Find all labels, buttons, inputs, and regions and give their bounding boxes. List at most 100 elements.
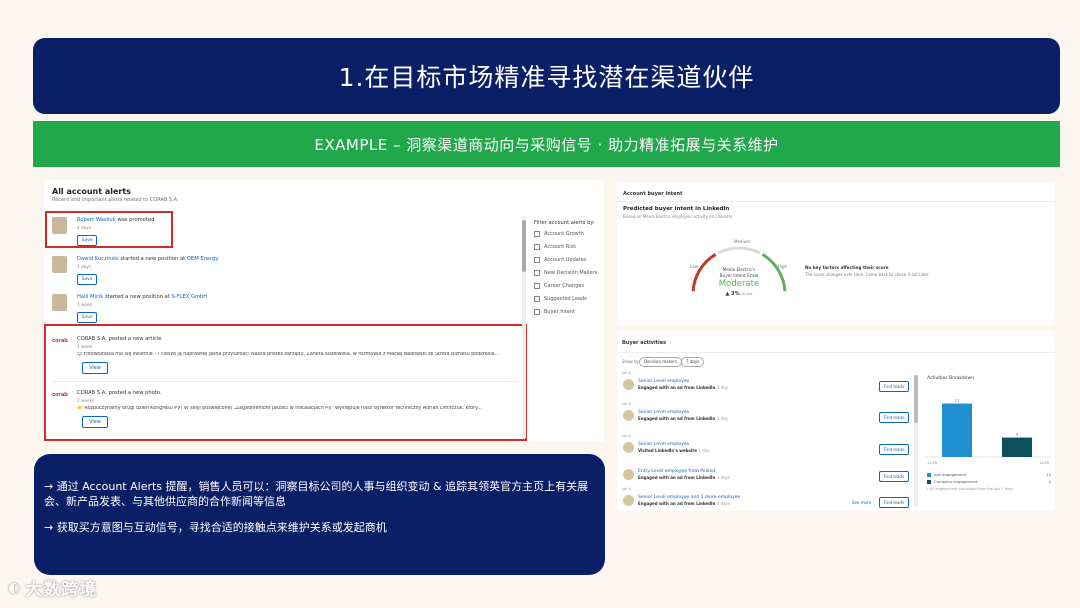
legend-ads: Ads engagement 11 — [927, 472, 1051, 477]
alert-time: 1 days — [77, 264, 91, 269]
highlight-box — [45, 211, 173, 248]
slide-title-bar: 1.在目标市场精准寻找潜在渠道伙伴 — [33, 38, 1060, 114]
scrollbar-thumb[interactable] — [522, 220, 526, 272]
activity-row: Jan 6 Senior Level employee Visited Link… — [620, 434, 912, 459]
activity-row: Entry Level employee from Poland Engaged… — [620, 461, 912, 486]
scrollbar-thumb[interactable] — [914, 375, 918, 423]
gauge-label-medium: Medium — [734, 239, 750, 244]
alert-text: Halil Micik started a new position at S-… — [77, 294, 208, 300]
activity-desc: Engaged with an ad from LinkedIn 1 day — [638, 416, 728, 421]
bar-ads-engagement — [942, 403, 972, 457]
gauge-change: ▲ 3% vs last — [725, 291, 753, 297]
bar-value-label: 11 — [955, 399, 959, 403]
gauge-name-line2: Buyer Intent Scale — [719, 273, 759, 278]
breakdown-title: Activities Breakdown — [927, 376, 975, 381]
legend-company: Company engagement 4 — [927, 479, 1051, 484]
buyer-intent-subtitle: Predicted buyer intent in LinkedIn — [623, 206, 730, 212]
bar-company-engagement — [1002, 437, 1032, 457]
activity-title[interactable]: Senior Level employee — [638, 379, 689, 384]
activity-desc: Visited LinkedIn's website 1 day — [638, 448, 710, 453]
activity-title[interactable]: Senior Level employee and 1 more employe… — [638, 495, 740, 500]
find-leads-button[interactable]: Find leads — [879, 412, 909, 423]
avatar — [623, 410, 634, 421]
example-banner-text: EXAMPLE – 洞察渠道商动向与采购信号 · 助力精准拓展与关系维护 — [314, 135, 779, 154]
buyer-intent-title: Account buyer intent — [623, 191, 683, 197]
alerts-title: All account alerts — [52, 187, 131, 196]
find-leads-button[interactable]: Find leads — [879, 381, 909, 392]
gauge-value: Moderate — [718, 279, 760, 289]
filter-checkbox[interactable]: Buyer Intent — [534, 309, 575, 315]
bar-value-label: 4 — [1016, 433, 1019, 437]
checkbox-icon[interactable] — [534, 270, 540, 276]
filter-chip-decision-makers[interactable]: Decision makers — [639, 357, 683, 367]
gauge-label-low: Low — [690, 264, 699, 269]
watermark-logo-icon: ◐ — [8, 579, 22, 596]
buyer-intent-panel: Account buyer intent Predicted buyer int… — [617, 182, 1055, 325]
alert-item: Halil Micik started a new position at S-… — [52, 294, 522, 324]
checkbox-icon[interactable] — [534, 257, 540, 263]
activity-row: Jan 5 Senior Level employee and 1 more e… — [620, 487, 912, 512]
info-point-2: → 获取买方意图与互动信号，寻找合适的接触点来维护关系或发起商机 — [44, 521, 387, 534]
filter-checkbox[interactable]: New Decision Makers — [534, 270, 597, 276]
activity-desc: Engaged with an ad from LinkedIn 4 days — [638, 501, 731, 506]
see-more-link[interactable]: See more — [852, 500, 871, 505]
activity-row: Jan 8 Senior Level employee Engaged with… — [620, 402, 912, 427]
save-button[interactable]: Save — [77, 274, 97, 285]
person-link[interactable]: Halil Micik — [77, 294, 103, 300]
company-link[interactable]: OEM Energy — [187, 256, 219, 262]
x-tick-label: 11/09 — [927, 461, 937, 465]
find-leads-button[interactable]: Find leads — [879, 497, 909, 508]
activities-breakdown-chart: 11 4 11/09 12/09 — [925, 399, 1051, 465]
gauge-label-high: High — [778, 264, 788, 269]
filter-title: Filter account alerts by: — [534, 220, 595, 226]
breakdown-note: * All engagement calculated from the las… — [927, 487, 1013, 491]
example-banner: EXAMPLE – 洞察渠道商动向与采购信号 · 助力精准拓展与关系维护 — [33, 121, 1060, 167]
alert-item: Dawid Kuczinski started a new position a… — [52, 256, 522, 286]
buyer-activities-panel: Buyer activities Show by Decision makers… — [617, 331, 1055, 511]
activity-desc: Engaged with an ad from LinkedIn 3 days — [638, 475, 731, 480]
checkbox-icon[interactable] — [534, 231, 540, 237]
legend-swatch — [927, 472, 931, 477]
checkbox-icon[interactable] — [534, 296, 540, 302]
gauge-medium-arc — [717, 246, 761, 255]
gauge-name-line1: Meola Electric's — [722, 267, 756, 272]
account-alerts-panel: All account alerts Recent and important … — [44, 180, 604, 442]
avatar — [623, 495, 634, 506]
divider — [617, 352, 1055, 353]
activity-row: Jan 8 Senior Level employee Engaged with… — [620, 371, 912, 396]
checkbox-icon[interactable] — [534, 283, 540, 289]
alert-time: 1 week — [77, 302, 92, 307]
info-point-1: → 通过 Account Alerts 提醒，销售人员可以：洞察目标公司的人事与… — [44, 480, 589, 508]
checkbox-icon[interactable] — [534, 244, 540, 250]
alerts-subtitle: Recent and important alerts related to C… — [52, 197, 179, 203]
x-tick-label: 12/09 — [1039, 461, 1049, 465]
no-factors-title: No key factors affecting their score — [805, 265, 889, 270]
find-leads-button[interactable]: Find leads — [879, 444, 909, 455]
avatar — [52, 294, 67, 311]
checkbox-icon[interactable] — [534, 309, 540, 315]
avatar — [52, 256, 67, 273]
info-box: → 通过 Account Alerts 提醒，销售人员可以：洞察目标公司的人事与… — [34, 454, 605, 575]
watermark: ◐ 大数跨境 — [8, 579, 98, 601]
buyer-activities-title: Buyer activities — [622, 340, 667, 346]
filter-checkbox[interactable]: Account Risk — [534, 244, 576, 250]
activity-title[interactable]: Entry Level employee from Poland — [638, 469, 715, 474]
alert-text: Dawid Kuczinski started a new position a… — [77, 256, 219, 262]
save-button[interactable]: Save — [77, 312, 97, 323]
legend-swatch — [927, 479, 931, 484]
no-factors-text: The score changes over time. Come back t… — [805, 272, 930, 277]
filter-checkbox[interactable]: Account Growth — [534, 231, 584, 237]
filter-chip-7-days[interactable]: 7 days — [681, 357, 705, 367]
activity-title[interactable]: Senior Level employee — [638, 410, 689, 415]
find-leads-button[interactable]: Find leads — [879, 471, 909, 482]
filter-checkbox[interactable]: Suggested Leads — [534, 296, 587, 302]
company-link[interactable]: S-FLEX GmbH — [171, 294, 207, 300]
filter-checkbox[interactable]: Career Changes — [534, 283, 584, 289]
slide-title: 1.在目标市场精准寻找潜在渠道伙伴 — [338, 63, 755, 92]
activity-title[interactable]: Senior Level employee — [638, 442, 689, 447]
buyer-intent-caption: Based on Meola Electric employee activit… — [623, 214, 733, 219]
avatar — [623, 379, 634, 390]
activity-desc: Engaged with an ad from LinkedIn 1 day — [638, 385, 728, 390]
filter-checkbox[interactable]: Account Updates — [534, 257, 587, 263]
person-link[interactable]: Dawid Kuczinski — [77, 256, 119, 262]
